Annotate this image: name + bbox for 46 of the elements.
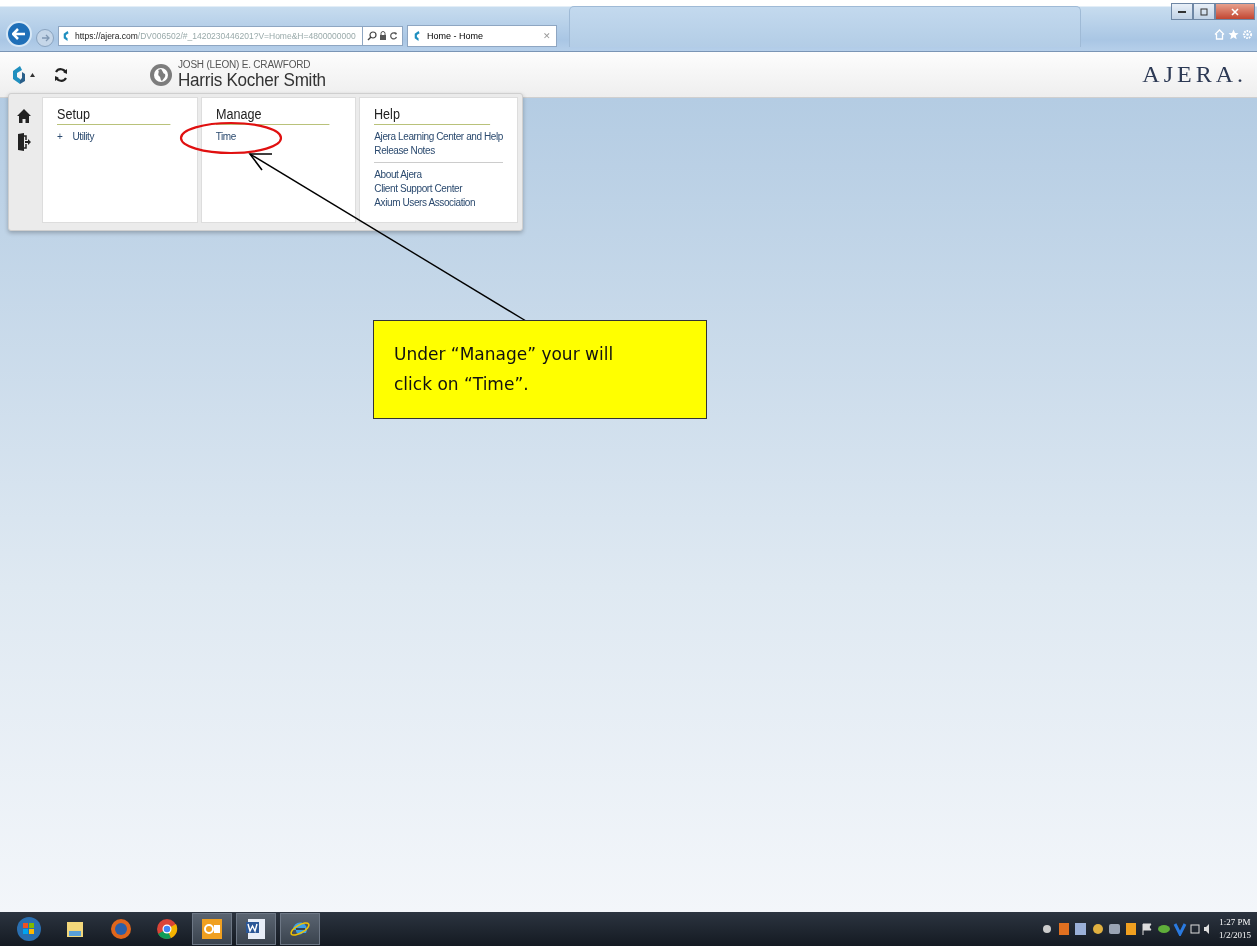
right-arrow-icon [40,34,50,42]
logo-icon[interactable] [10,63,28,86]
minimize-button[interactable] [1171,3,1193,20]
minimize-icon [1178,10,1186,13]
globe-icon [150,63,172,86]
menu-link[interactable]: Axium Users Association [374,197,476,208]
close-button[interactable] [1215,3,1255,20]
left-arrow-icon [12,28,26,40]
close-icon [1231,7,1239,16]
callout-note: Under “Manage” your will click on “Time”. [373,320,707,419]
lock-icon [379,31,387,41]
clock-time: 1:27 PM [1219,916,1251,929]
clock-date: 1/2/2015 [1219,929,1251,942]
brand-logo: AJERA. [1142,61,1247,88]
column-heading: Manage [215,106,329,125]
menu-link[interactable]: About Ajera [374,169,422,180]
menu-link[interactable]: Utility [72,131,95,142]
column-heading: Help [374,106,491,125]
tray-icons-drawing[interactable] [1041,922,1211,936]
restore-icon [1200,7,1208,16]
menu-link[interactable]: Release Notes [374,145,435,156]
expand-icon[interactable]: + [57,131,63,142]
address-bar[interactable]: https://ajera.com/DV006502/#_1420230446201?V=Home&H=4800000000 [58,26,363,46]
folder-icon [65,919,85,939]
taskbar-app[interactable] [280,913,320,945]
menu-link[interactable]: Client Support Center [374,183,463,194]
tab-title: Home - Home [427,31,484,41]
star-icon[interactable] [1228,29,1239,40]
refresh-icon[interactable] [53,66,69,83]
exit-door-icon[interactable] [17,133,31,151]
company-name: Harris Kocher Smith [178,70,326,89]
search-icon[interactable] [367,31,377,41]
caret-icon[interactable] [30,72,35,77]
word-icon [245,918,267,940]
browser-tab[interactable]: Home - Home ✕ [407,25,557,47]
windows-orb-icon [16,916,42,942]
column-heading: Setup [57,106,171,125]
user-name: JOSH (LEON) E. CRAWFORD [178,60,312,70]
menu-link[interactable]: Ajera Learning Center and Help [374,131,503,142]
home-icon[interactable] [17,109,31,123]
back-button[interactable] [6,21,32,47]
chrome-icon [156,918,178,940]
outlook-icon [201,918,223,940]
menu-link[interactable]: Time [215,131,236,142]
taskbar-app[interactable] [192,913,232,945]
taskbar-app[interactable] [236,913,276,945]
